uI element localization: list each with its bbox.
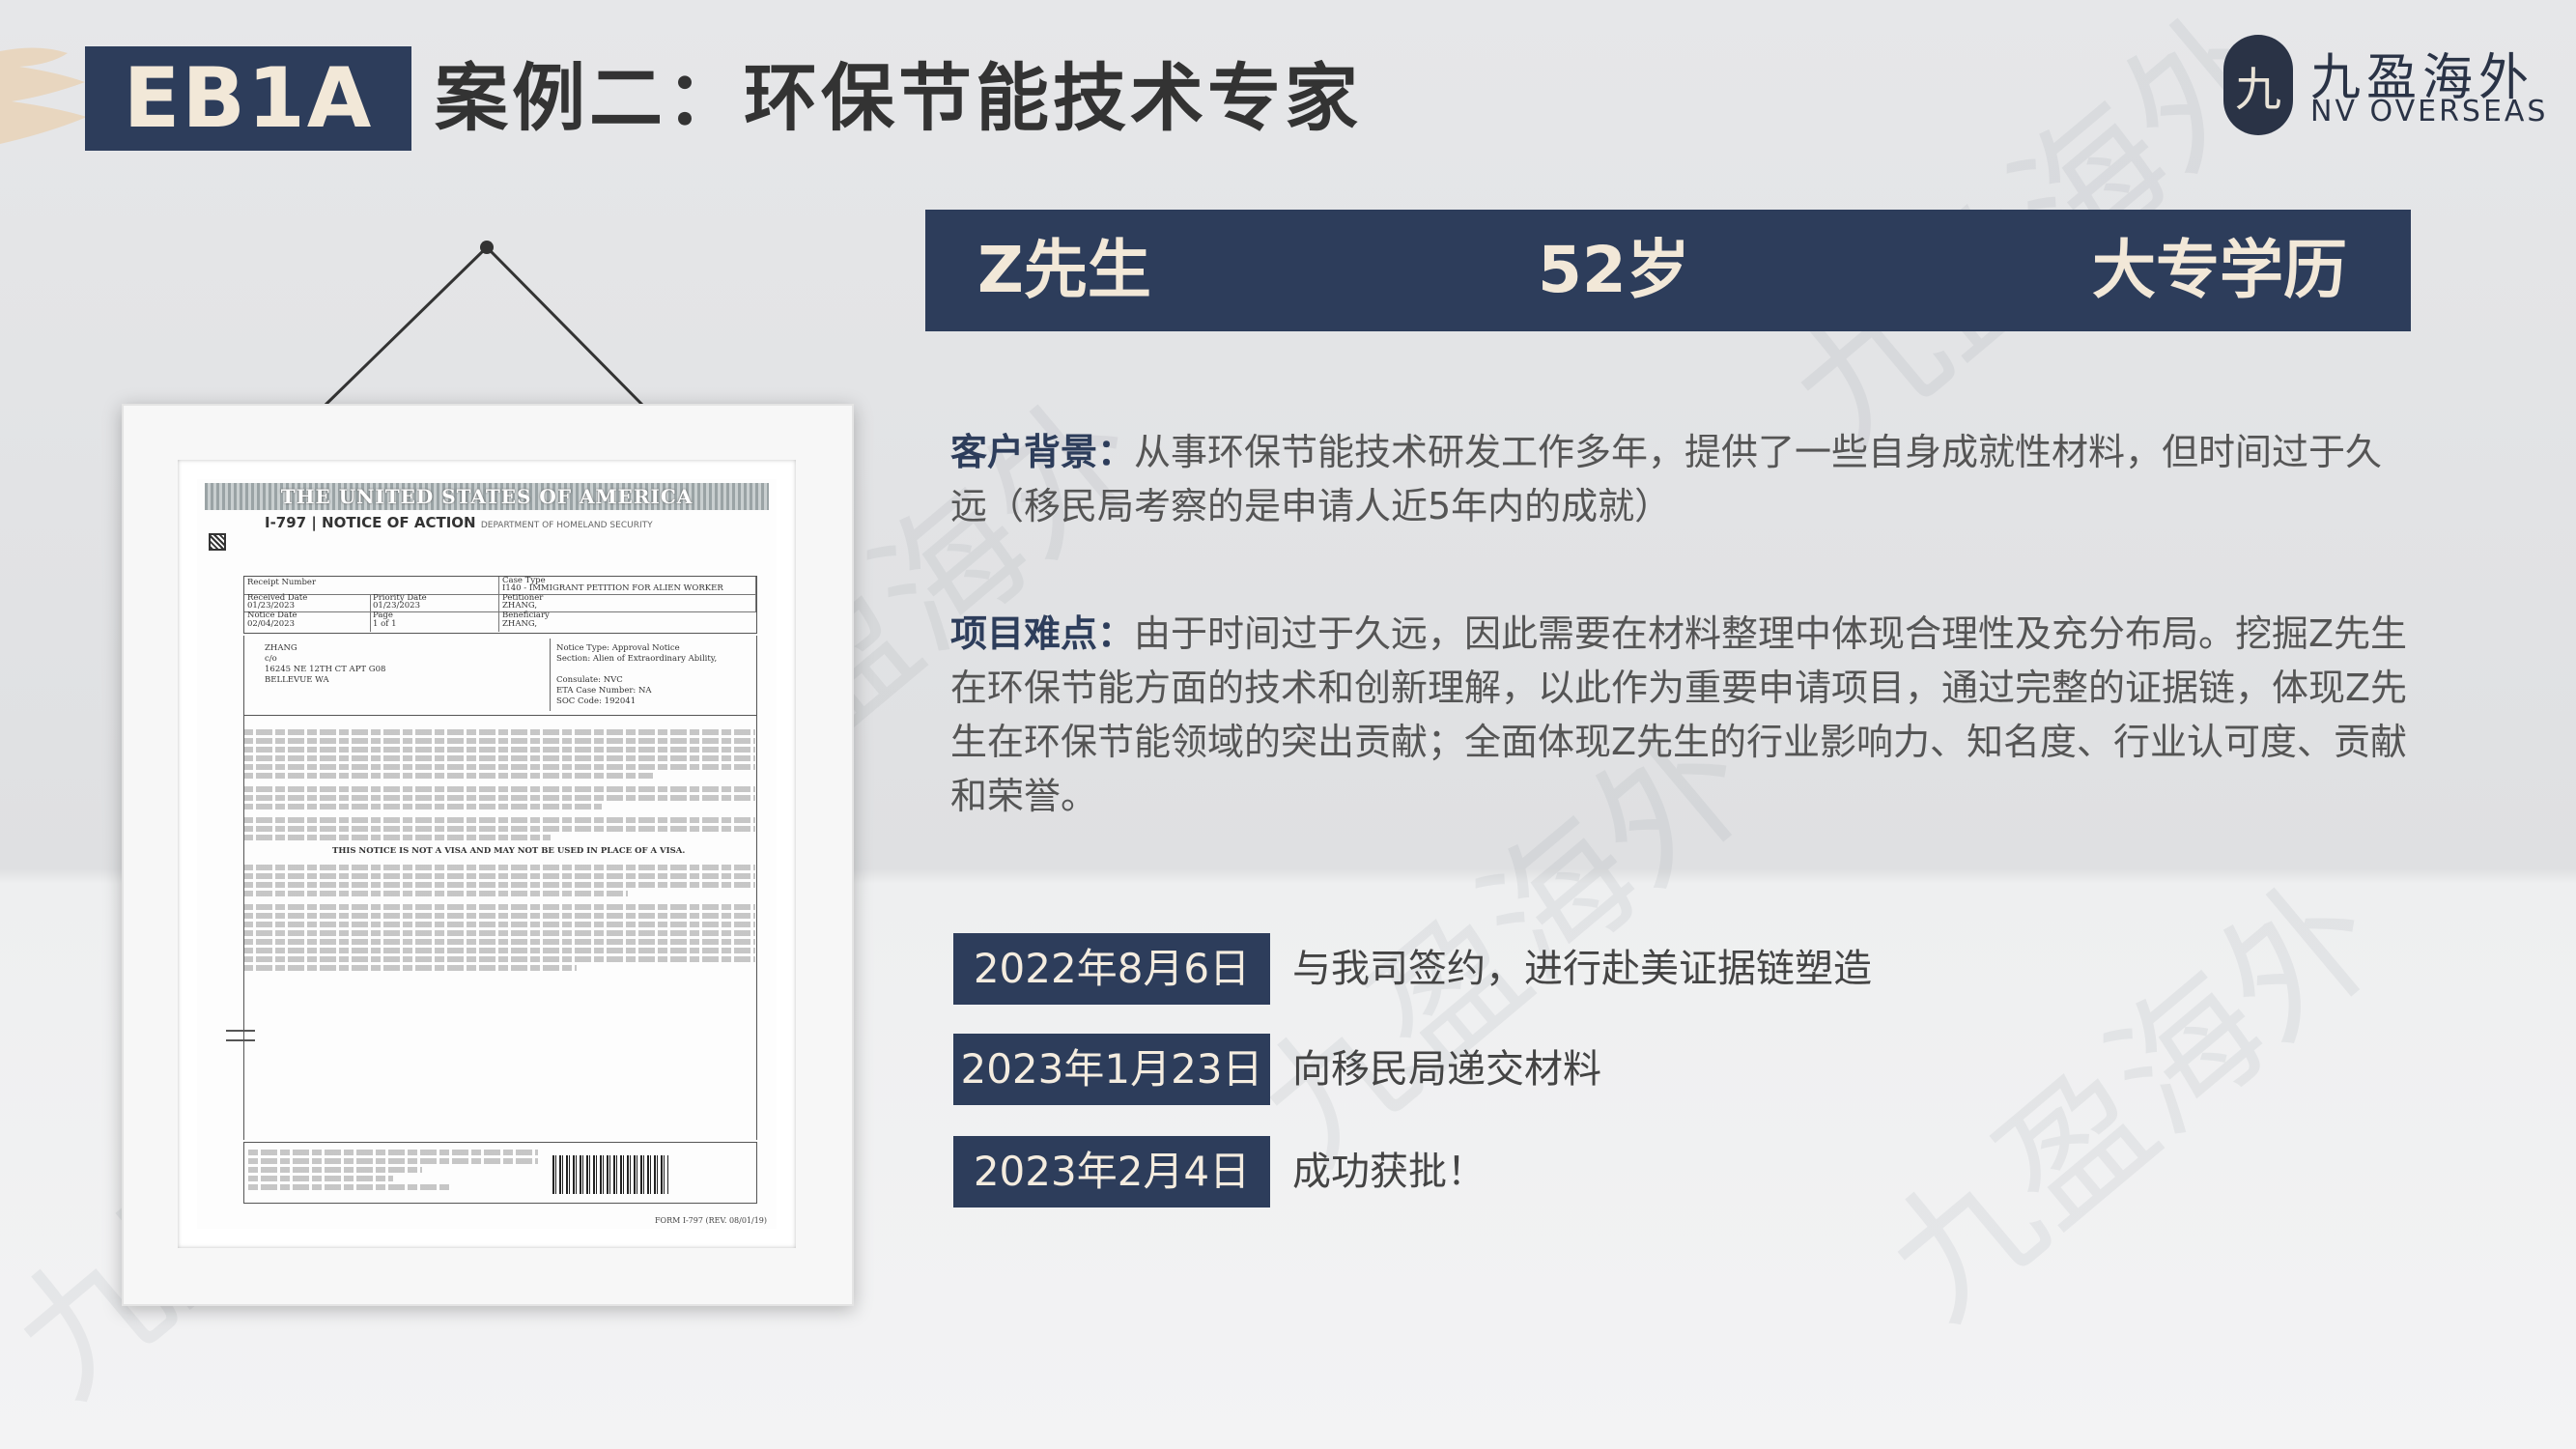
page-count: 1 of 1 <box>373 619 397 629</box>
client-name: Z先生 <box>977 233 1151 307</box>
brand-logo-icon: 九 <box>2223 35 2293 135</box>
client-education: 大专学历 <box>2092 233 2347 307</box>
page-title: 案例二：环保节能技术专家 <box>435 55 1362 141</box>
timeline-event: 向移民局递交材料 <box>1292 1047 1601 1092</box>
timeline-event: 与我司签约，进行赴美证据链塑造 <box>1292 947 1872 991</box>
form-number: FORM I-797 (REV. 08/01/19) <box>654 1216 767 1225</box>
client-profile-bar: Z先生 52岁 大专学历 <box>925 210 2411 331</box>
approval-notice-document: THE UNITED STATES OF AMERICA I-797 | NOT… <box>197 479 777 1229</box>
brush-stroke-decoration <box>0 47 87 144</box>
category-tag: EB1A <box>85 46 411 151</box>
project-difficulty: 项目难点：由于时间过于久远，因此需要在材料整理中体现合理性及充分布局。挖掘Z先生… <box>950 607 2409 823</box>
frame-mat: THE UNITED STATES OF AMERICA I-797 | NOT… <box>178 460 796 1248</box>
case-info-table: Receipt Number Case Type I140 - IMMIGRAN… <box>243 576 757 634</box>
document-side-mark <box>226 1030 255 1041</box>
receipt-label: Receipt Number <box>247 578 317 587</box>
document-heading-text: I-797 | NOTICE OF ACTION <box>265 514 476 531</box>
document-heading: I-797 | NOTICE OF ACTION DEPARTMENT OF H… <box>265 514 653 531</box>
barcode-icon <box>552 1155 668 1194</box>
brand-name-en: NV OVERSEAS <box>2310 95 2549 128</box>
client-age: 52岁 <box>1538 233 1690 307</box>
picture-frame: THE UNITED STATES OF AMERICA I-797 | NOT… <box>122 404 854 1306</box>
project-difficulty-text: 由于时间过于久远，因此需要在材料整理中体现合理性及充分布局。挖掘Z先生在环保节能… <box>950 612 2408 817</box>
timeline-date: 2023年1月23日 <box>953 1034 1270 1105</box>
project-difficulty-label: 项目难点： <box>950 612 1135 655</box>
client-background-label: 客户背景： <box>950 431 1135 473</box>
timeline-date: 2023年2月4日 <box>953 1136 1270 1208</box>
client-background-text: 从事环保节能技术研发工作多年，提供了一些自身成就性材料，但时间过于久远（移民局考… <box>950 431 2383 527</box>
document-banner: THE UNITED STATES OF AMERICA <box>205 483 769 510</box>
qr-code-icon <box>209 533 226 551</box>
document-department: DEPARTMENT OF HOMELAND SECURITY <box>480 521 653 530</box>
beneficiary-name: ZHANG, <box>502 619 538 629</box>
document-footer-box <box>243 1142 757 1204</box>
client-background: 客户背景：从事环保节能技术研发工作多年，提供了一些自身成就性材料，但时间过于久远… <box>950 425 2409 533</box>
timeline-date: 2022年8月6日 <box>953 933 1270 1005</box>
timeline-event: 成功获批！ <box>1292 1150 1486 1194</box>
notice-date: 02/04/2023 <box>247 619 295 629</box>
watermark: 九盈海外 <box>1856 849 2410 1351</box>
category-tag-label: EB1A <box>123 50 374 147</box>
